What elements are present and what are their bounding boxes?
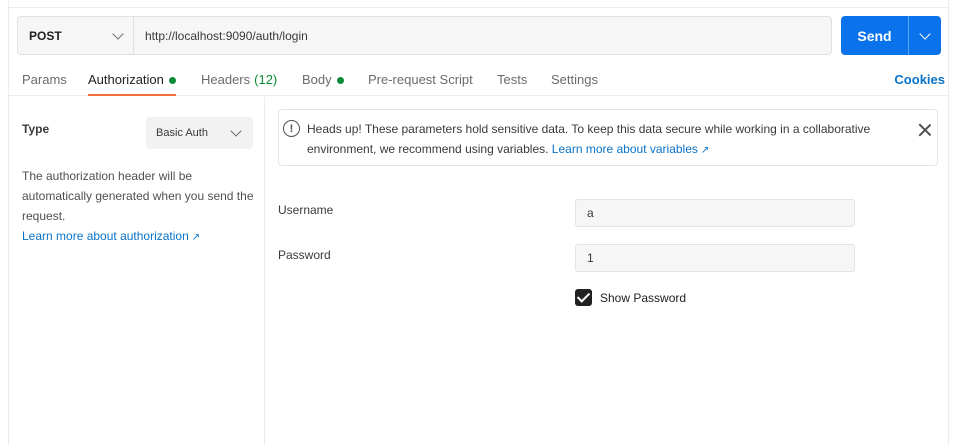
close-icon[interactable] — [918, 123, 932, 137]
tab-params[interactable]: Params — [22, 64, 67, 96]
tab-label: Params — [22, 72, 67, 87]
url-input[interactable]: http://localhost:9090/auth/login — [134, 17, 831, 54]
notice-text: Heads up! These parameters hold sensitiv… — [307, 119, 917, 161]
tab-body[interactable]: Body — [302, 64, 344, 96]
sensitive-data-notice: ! Heads up! These parameters hold sensit… — [278, 109, 938, 166]
tab-authorization[interactable]: Authorization — [88, 64, 176, 96]
url-bar: POST http://localhost:9090/auth/login — [17, 16, 832, 55]
tab-label: Body — [302, 72, 332, 87]
top-divider — [9, 7, 948, 8]
chevron-down-icon — [112, 27, 124, 40]
username-field[interactable]: a — [575, 199, 855, 227]
tab-headers[interactable]: Headers (12) — [201, 64, 277, 96]
tab-pre-request-script[interactable]: Pre-request Script — [368, 64, 473, 96]
show-password-checkbox[interactable] — [575, 289, 592, 306]
external-link-icon: ↗ — [700, 145, 710, 156]
tab-tests[interactable]: Tests — [497, 64, 527, 96]
request-tabs: Params Authorization Headers (12) Body P… — [9, 64, 948, 96]
send-button[interactable]: Send — [841, 16, 908, 55]
tab-settings[interactable]: Settings — [551, 64, 598, 96]
external-link-icon: ↗ — [191, 232, 201, 243]
username-label: Username — [278, 203, 334, 217]
show-password-label[interactable]: Show Password — [600, 291, 686, 305]
auth-type-select[interactable]: Basic Auth — [146, 117, 253, 149]
tab-label: Authorization — [88, 72, 164, 87]
learn-more-variables-link[interactable]: Learn more about variables ↗ — [552, 142, 709, 156]
learn-more-authorization-link[interactable]: Learn more about authorization ↗ — [22, 229, 200, 243]
headers-count: (12) — [254, 72, 278, 87]
password-field[interactable]: 1 — [575, 244, 855, 272]
send-button-group: Send — [841, 16, 941, 55]
learn-more-variables-label: Learn more about variables — [551, 142, 698, 156]
auth-type-value: Basic Auth — [156, 127, 208, 139]
send-options-button[interactable] — [908, 16, 941, 55]
password-label: Password — [278, 248, 331, 262]
method-select[interactable]: POST — [18, 17, 134, 54]
auth-description: The authorization header will be automat… — [22, 166, 258, 248]
tab-label: Tests — [497, 72, 528, 87]
chevron-down-icon — [230, 125, 242, 137]
request-panel: POST http://localhost:9090/auth/login Se… — [8, 0, 949, 445]
method-label: POST — [29, 28, 62, 43]
auth-type-label: Type — [22, 122, 50, 136]
tab-label: Settings — [551, 72, 598, 87]
auth-description-text: The authorization header will be automat… — [22, 169, 254, 223]
chevron-down-icon — [919, 27, 931, 40]
cookies-link[interactable]: Cookies — [894, 72, 945, 87]
auth-type-pane: Type Basic Auth The authorization header… — [9, 97, 265, 445]
tab-label: Pre-request Script — [368, 72, 473, 87]
info-icon: ! — [283, 120, 300, 137]
status-dot-icon — [336, 77, 344, 84]
learn-more-authorization-label: Learn more about authorization — [22, 229, 189, 243]
tab-label: Headers — [201, 72, 251, 87]
status-dot-icon — [168, 77, 176, 84]
